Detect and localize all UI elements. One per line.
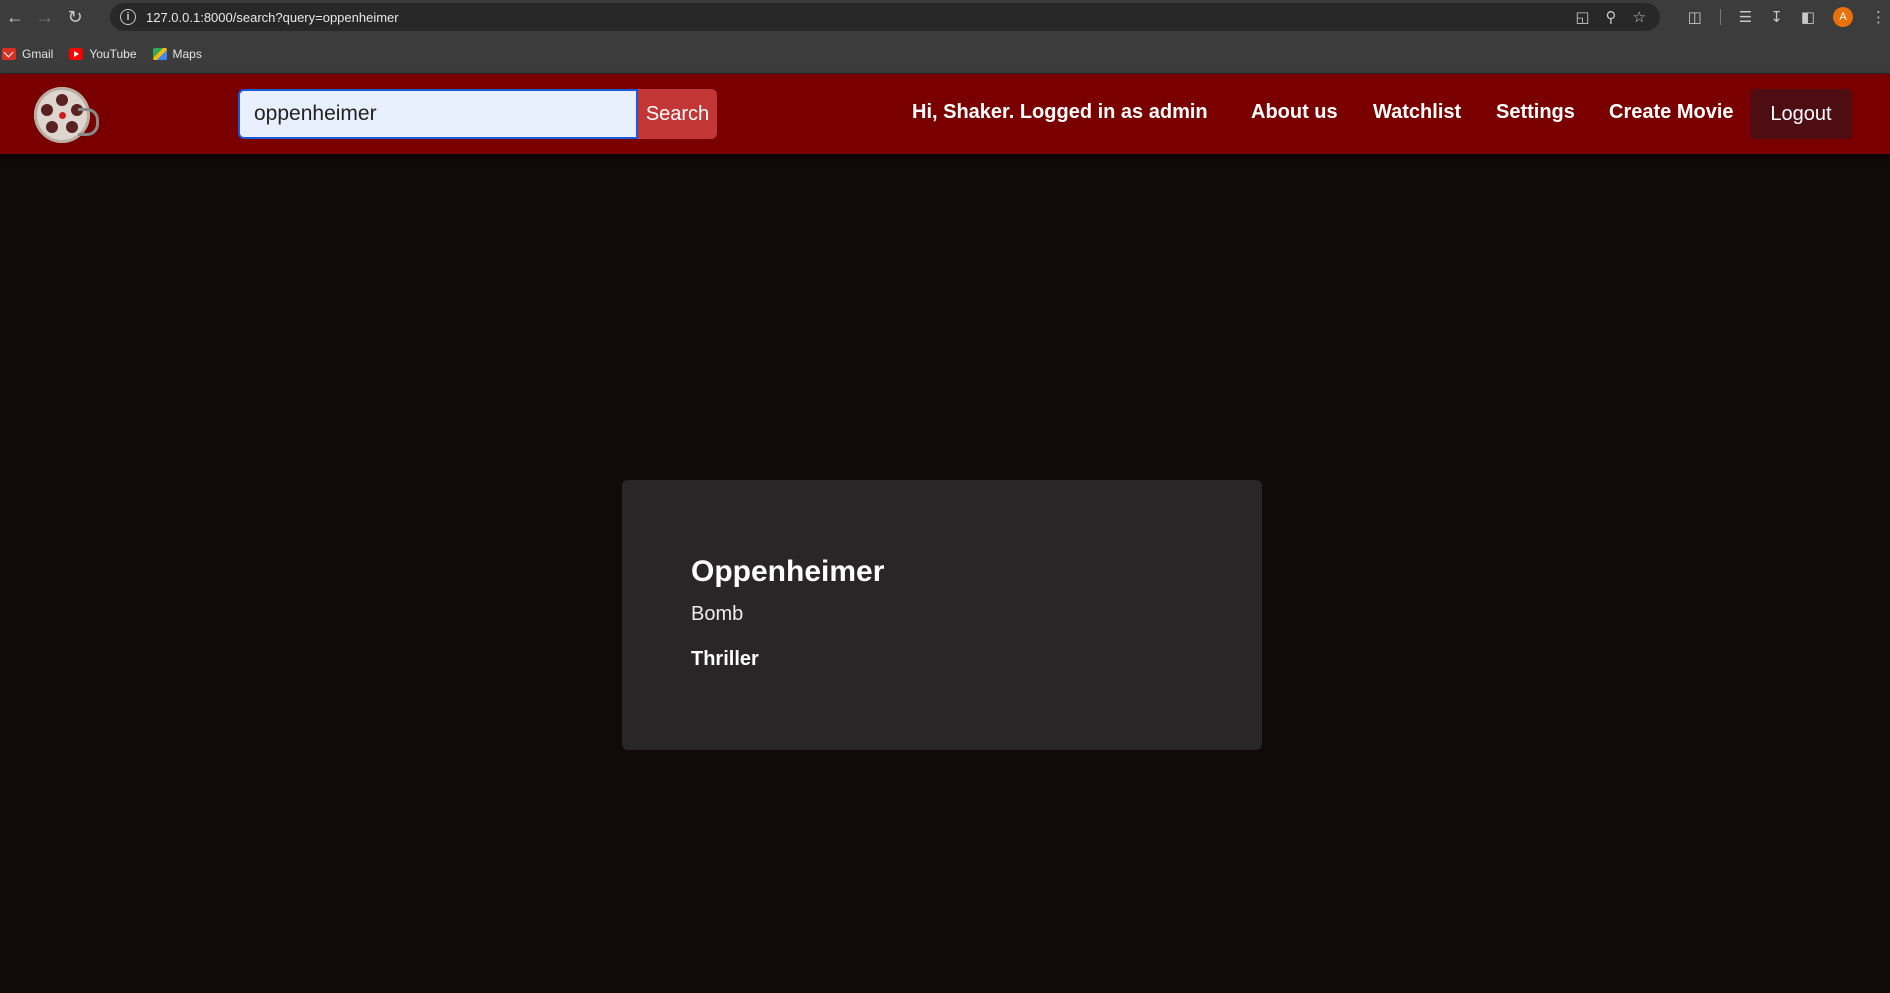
user-greeting: Hi, Shaker. Logged in as admin bbox=[912, 101, 1208, 123]
side-panel-icon[interactable]: ◧ bbox=[1801, 8, 1815, 26]
bookmark-label: Gmail bbox=[22, 46, 54, 61]
search-button[interactable]: Search bbox=[638, 89, 717, 139]
forward-icon[interactable]: → bbox=[30, 2, 60, 32]
address-bar[interactable]: i 127.0.0.1:8000/search?query=oppenheime… bbox=[110, 3, 1660, 31]
movie-result-card[interactable]: Oppenheimer Bomb Thriller bbox=[622, 480, 1262, 750]
toolbar-divider bbox=[1719, 9, 1721, 25]
bookmark-gmail[interactable]: Gmail bbox=[2, 47, 53, 61]
bookmark-star-icon[interactable]: ☆ bbox=[1633, 8, 1646, 26]
nav-watchlist[interactable]: Watchlist bbox=[1373, 101, 1461, 124]
film-strip-icon bbox=[78, 108, 99, 136]
url-text[interactable]: 127.0.0.1:8000/search?query=oppenheimer bbox=[146, 10, 399, 25]
back-icon[interactable]: ← bbox=[0, 2, 30, 32]
youtube-icon bbox=[69, 47, 84, 60]
search-input[interactable] bbox=[238, 89, 638, 139]
bookmark-youtube[interactable]: YouTube bbox=[69, 46, 137, 61]
bookmark-label: Maps bbox=[172, 46, 202, 61]
search-form: Search bbox=[238, 89, 717, 139]
movie-title[interactable]: Oppenheimer bbox=[691, 555, 1262, 589]
nav-create-movie[interactable]: Create Movie bbox=[1609, 101, 1734, 124]
bookmark-maps[interactable]: Maps bbox=[152, 46, 202, 61]
menu-icon[interactable]: ⋮ bbox=[1871, 8, 1886, 26]
reload-icon[interactable]: ↻ bbox=[60, 2, 90, 32]
extensions-icon[interactable]: ◫ bbox=[1688, 8, 1702, 26]
nav-settings[interactable]: Settings bbox=[1496, 101, 1575, 124]
media-controls-icon[interactable]: ☰ bbox=[1739, 8, 1752, 26]
translate-icon[interactable]: ◱ bbox=[1575, 8, 1589, 26]
profile-avatar[interactable]: A bbox=[1833, 7, 1853, 27]
bookmarks-bar: Gmail YouTube Maps bbox=[0, 34, 1890, 74]
download-icon[interactable]: ↧ bbox=[1770, 8, 1783, 26]
maps-icon bbox=[152, 47, 167, 60]
movie-description: Bomb bbox=[691, 603, 744, 625]
site-info-icon[interactable]: i bbox=[120, 9, 136, 25]
bookmark-label: YouTube bbox=[89, 46, 137, 61]
zoom-icon[interactable]: ⚲ bbox=[1606, 8, 1617, 26]
logout-button[interactable]: Logout bbox=[1750, 89, 1852, 139]
gmail-icon bbox=[2, 47, 16, 60]
nav-about-us[interactable]: About us bbox=[1251, 101, 1338, 124]
site-header: Search Hi, Shaker. Logged in as admin Ab… bbox=[0, 74, 1890, 154]
browser-toolbar: ← → ↻ i 127.0.0.1:8000/search?query=oppe… bbox=[0, 0, 1890, 34]
movie-genre: Thriller bbox=[691, 648, 759, 670]
